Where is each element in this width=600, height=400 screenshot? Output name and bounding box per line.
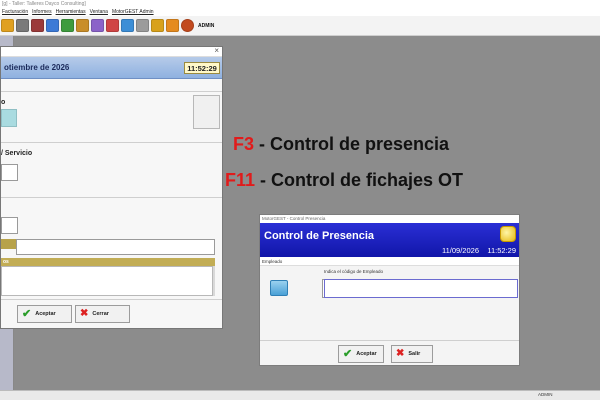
menu-item-herramientas[interactable]: Herramientas <box>56 8 86 16</box>
gear-icon[interactable] <box>16 19 29 32</box>
exit-label: Salir <box>408 351 421 357</box>
check-icon: ✔ <box>22 307 32 320</box>
text-field[interactable] <box>1 217 18 234</box>
user-icon[interactable] <box>181 19 194 32</box>
menu-item-facturacion[interactable]: Facturación <box>2 8 28 16</box>
shortcut-key: F11 <box>225 170 256 190</box>
cut-icon[interactable] <box>31 19 44 32</box>
menu-item-informes[interactable]: Informes <box>32 8 51 16</box>
window-title: [g] - Taller: Talleres Dayco Consulting] <box>0 0 600 8</box>
divider <box>1 299 222 300</box>
field-tag <box>1 239 16 249</box>
divider <box>1 197 222 198</box>
presence-window-title: MotorGEST - Control Presencia <box>260 215 519 223</box>
document-icon[interactable] <box>76 19 89 32</box>
section-tag: os <box>1 258 215 266</box>
close-label: Cerrar <box>92 311 109 317</box>
menu-item-ventana[interactable]: Ventana <box>90 8 108 16</box>
accept-button[interactable]: ✔ Aceptar <box>17 305 72 323</box>
toolbar: ADMIN <box>0 16 600 36</box>
document-icon[interactable] <box>61 19 74 32</box>
status-user: ADMIN <box>538 392 553 397</box>
photo-frame <box>193 95 220 129</box>
employee-name-input[interactable] <box>324 279 518 298</box>
section-label: o <box>1 99 6 106</box>
shortcut-f11: F11 - Control de fichajes OT <box>225 170 463 191</box>
close-button[interactable]: ✖ Cerrar <box>75 305 130 323</box>
left-dialog: × otiembre de 2026 11:52:29 o / Servicio… <box>0 46 223 329</box>
folder-icon[interactable] <box>1 19 14 32</box>
presence-date: 11/09/2026 <box>442 246 479 255</box>
presence-title: Control de Presencia <box>264 230 375 242</box>
text-field[interactable] <box>1 164 18 181</box>
check-icon: ✔ <box>343 347 353 360</box>
clock: 11:52:29 <box>184 62 220 74</box>
presence-time: 11:52:29 <box>487 246 516 255</box>
exit-button[interactable]: ✖ Salir <box>391 345 433 363</box>
status-bar: ADMIN <box>0 390 600 400</box>
menu-item-motorgest-admin[interactable]: MotorGEST Admin <box>112 8 154 16</box>
x-icon: ✖ <box>80 308 89 319</box>
accept-label: Aceptar <box>356 351 377 357</box>
employee-section-label: Empleado <box>260 257 519 266</box>
user-label: ADMIN <box>198 22 215 29</box>
color-field[interactable] <box>1 109 17 127</box>
shortcut-text: - Control de fichajes OT <box>255 170 464 190</box>
clock-user-icon <box>500 226 516 242</box>
accept-button[interactable]: ✔ Aceptar <box>338 345 384 363</box>
id-card-icon <box>270 280 288 296</box>
servicio-label: / Servicio <box>1 150 33 157</box>
date-header: otiembre de 2026 11:52:29 <box>1 57 222 79</box>
left-dialog-titlebar: × <box>1 46 222 57</box>
image-icon[interactable] <box>151 19 164 32</box>
notes-area[interactable] <box>1 266 213 296</box>
table-icon[interactable] <box>121 19 134 32</box>
lock-icon[interactable] <box>166 19 179 32</box>
close-icon[interactable]: × <box>214 46 219 55</box>
date-label: otiembre de 2026 <box>4 63 70 72</box>
tools-icon[interactable] <box>46 19 59 32</box>
shortcut-text: - Control de presencia <box>254 134 450 154</box>
shortcut-key: F3 <box>233 134 255 154</box>
menu-bar: Facturación Informes Herramientas Ventan… <box>0 8 600 16</box>
presence-header: Control de Presencia 11/09/2026 11:52:29 <box>260 223 519 257</box>
document-icon[interactable] <box>136 19 149 32</box>
shortcut-f3: F3 - Control de presencia <box>233 134 449 155</box>
presence-dialog: MotorGEST - Control Presencia Control de… <box>259 214 520 366</box>
accept-label: Aceptar <box>35 311 56 317</box>
employee-code-label: Indica el código de Empleado <box>324 269 384 274</box>
text-field[interactable] <box>16 239 215 255</box>
note-icon[interactable] <box>91 19 104 32</box>
calendar-icon[interactable] <box>106 19 119 32</box>
divider <box>1 91 222 92</box>
scrollbar[interactable] <box>213 266 215 296</box>
divider <box>1 142 222 143</box>
x-icon: ✖ <box>396 348 405 359</box>
divider <box>260 340 519 341</box>
